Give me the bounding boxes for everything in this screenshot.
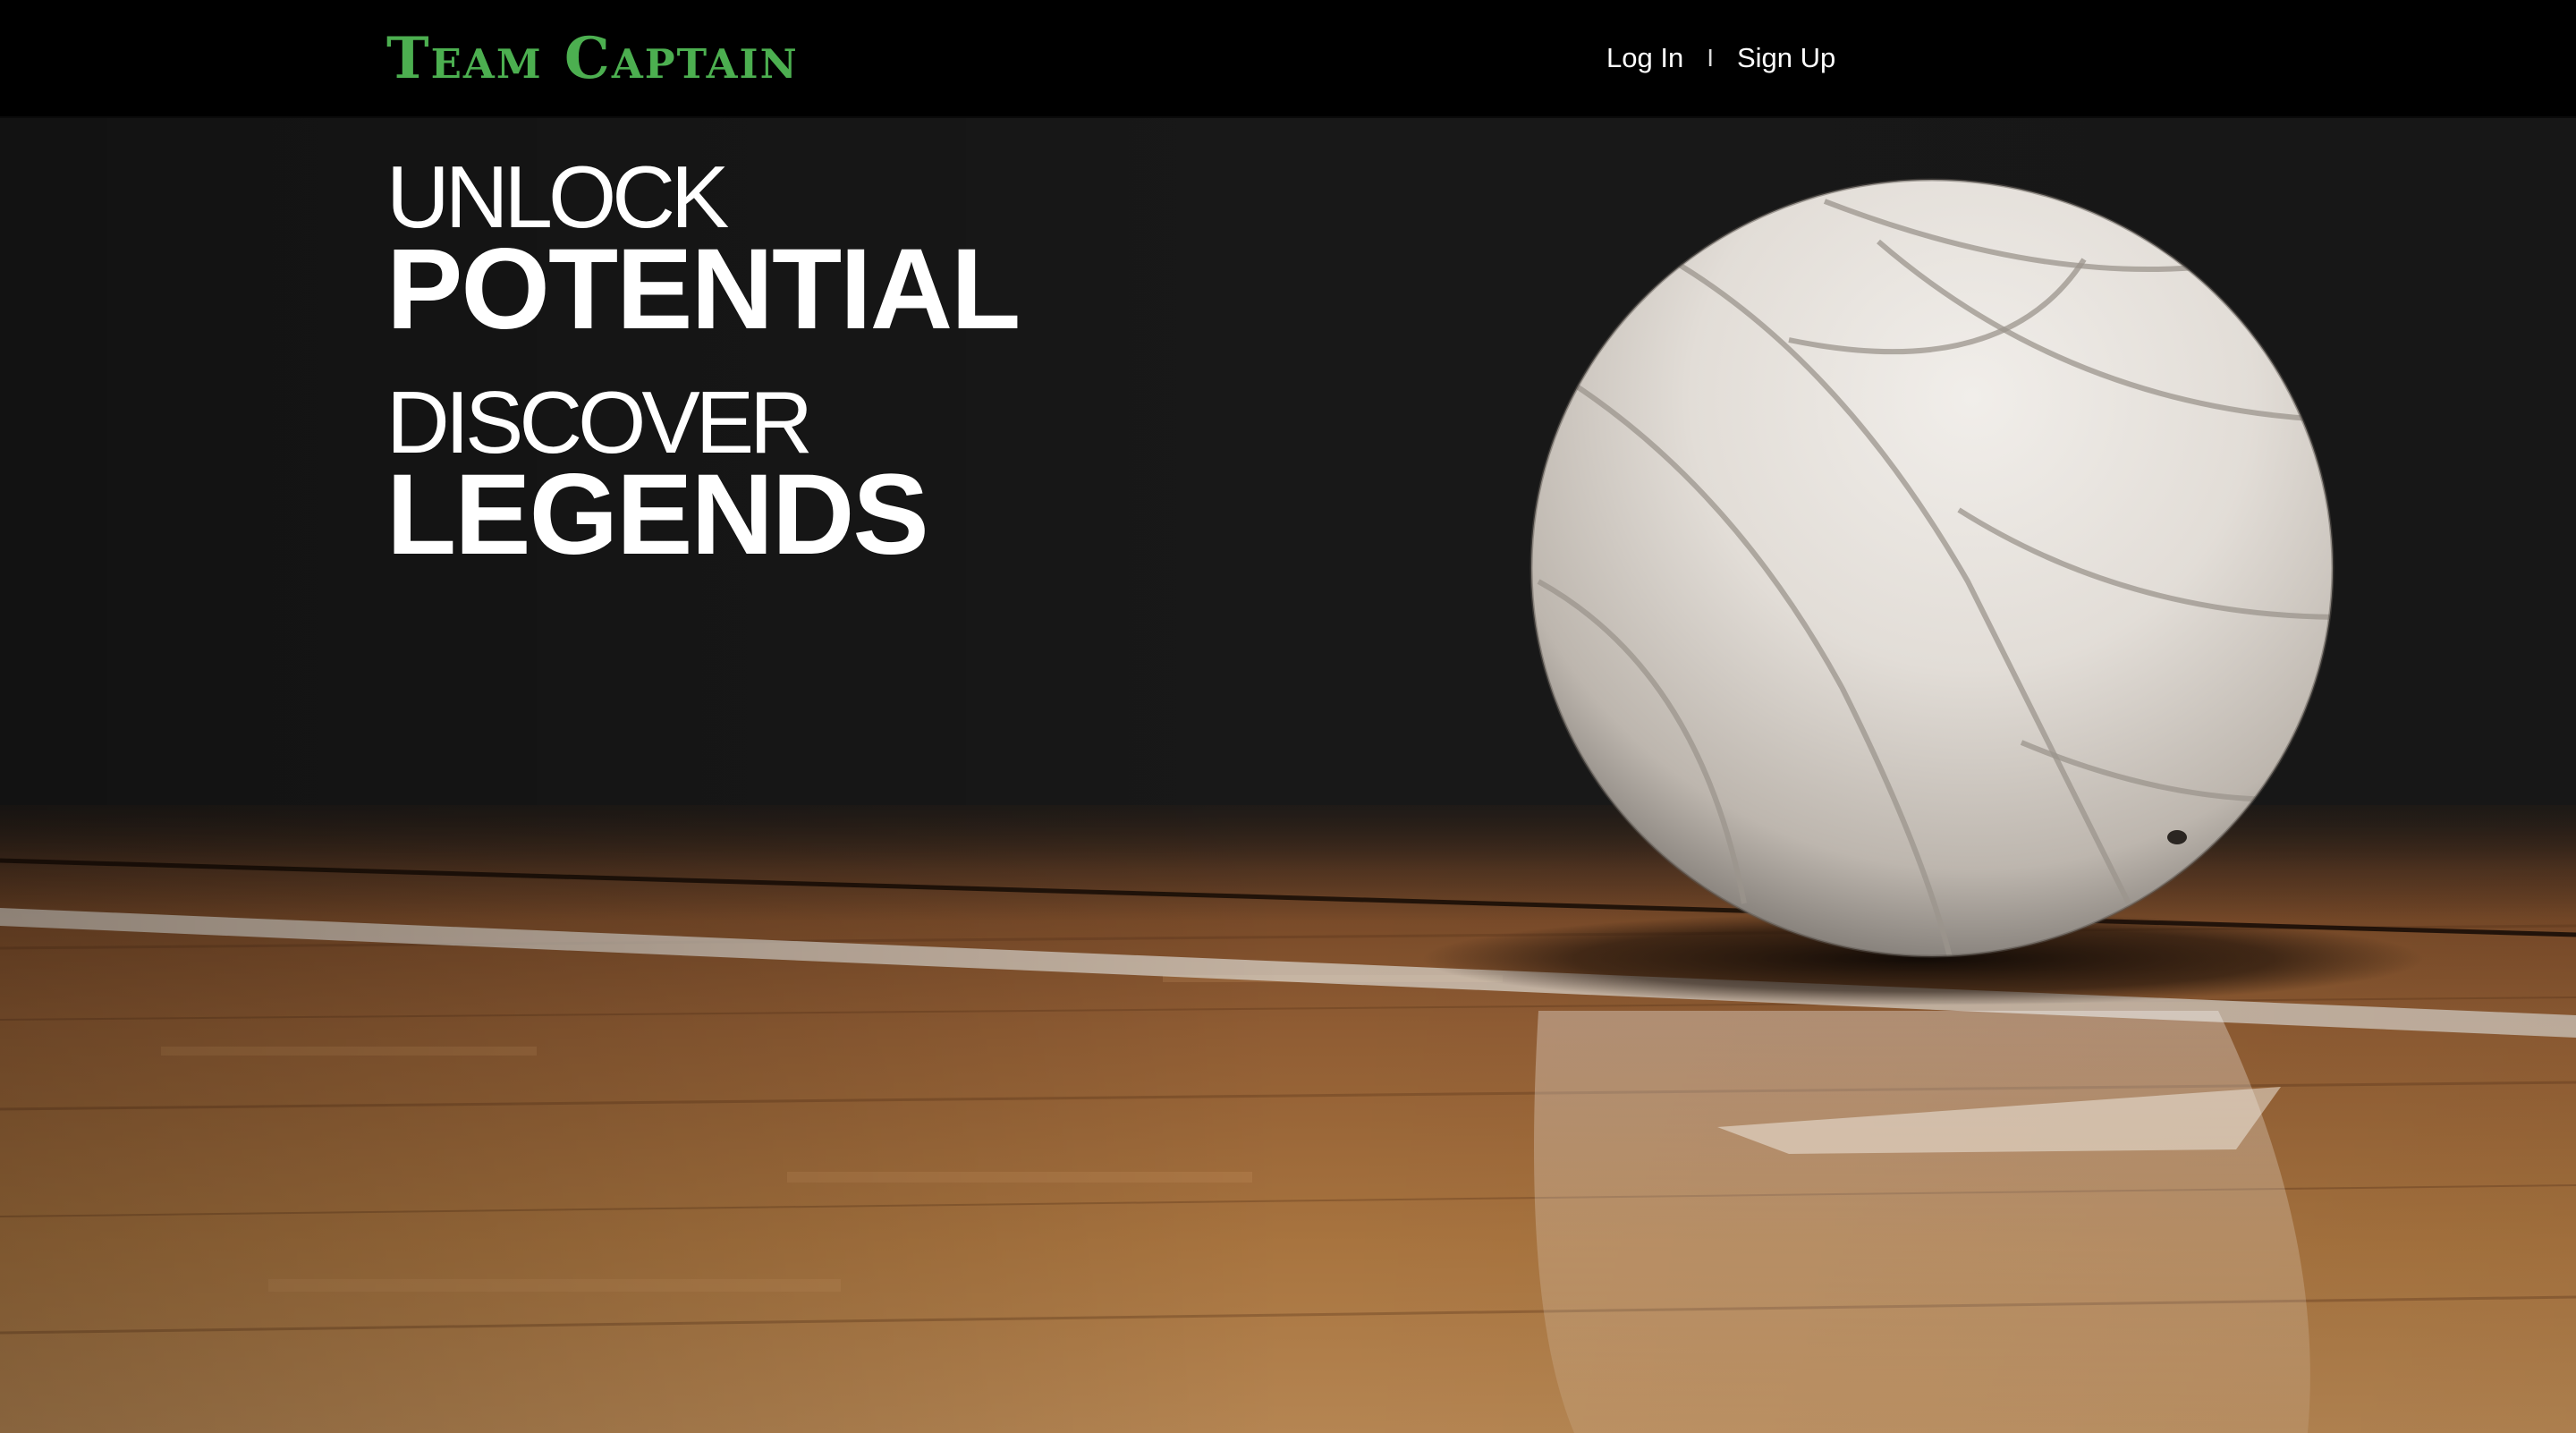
nav-separator: I (1707, 44, 1714, 72)
top-navbar: Team Captain Log In I Sign Up (0, 0, 2576, 118)
login-link[interactable]: Log In (1606, 42, 1683, 74)
headline-unlock-potential: UNLOCK POTENTIAL (386, 152, 1021, 353)
team-captain-logo[interactable]: Team Captain (386, 20, 799, 98)
landing-page: Team Captain Log In I Sign Up UNLOCK POT… (0, 0, 2576, 1433)
signup-link[interactable]: Sign Up (1737, 42, 1835, 74)
headline-legends: LEGENDS (386, 451, 929, 579)
hero-section: UNLOCK POTENTIAL DISCOVER LEGENDS (0, 116, 2576, 1433)
headline-potential: POTENTIAL (386, 225, 1021, 353)
headline-discover-legends: DISCOVER LEGENDS (386, 377, 929, 579)
auth-nav: Log In I Sign Up (1606, 36, 1835, 81)
